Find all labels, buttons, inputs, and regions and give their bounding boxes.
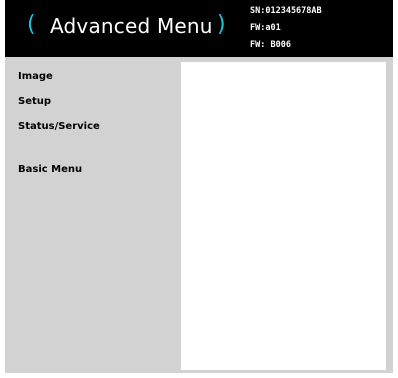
serial-number: SN:012345678AB (250, 6, 322, 16)
firmware-version-2: FW: B006 (250, 40, 291, 50)
sidebar-item-basic-menu[interactable]: Basic Menu (18, 163, 82, 177)
sidebar-menu: Image Setup Status/Service Basic Menu (5, 57, 181, 373)
content-panel (181, 62, 386, 370)
menu-title: Advanced Menu (50, 14, 213, 38)
title-close-paren: ) (217, 12, 226, 37)
sidebar-item-setup[interactable]: Setup (18, 95, 51, 109)
menu-window: ( Advanced Menu ) SN:012345678AB FW:a01 … (5, 0, 393, 373)
sidebar-item-image[interactable]: Image (18, 70, 53, 84)
menu-header: ( Advanced Menu ) SN:012345678AB FW:a01 … (5, 0, 393, 57)
sidebar-item-status-service[interactable]: Status/Service (18, 120, 100, 134)
firmware-version-1: FW:a01 (250, 23, 281, 33)
title-open-paren: ( (27, 12, 36, 37)
